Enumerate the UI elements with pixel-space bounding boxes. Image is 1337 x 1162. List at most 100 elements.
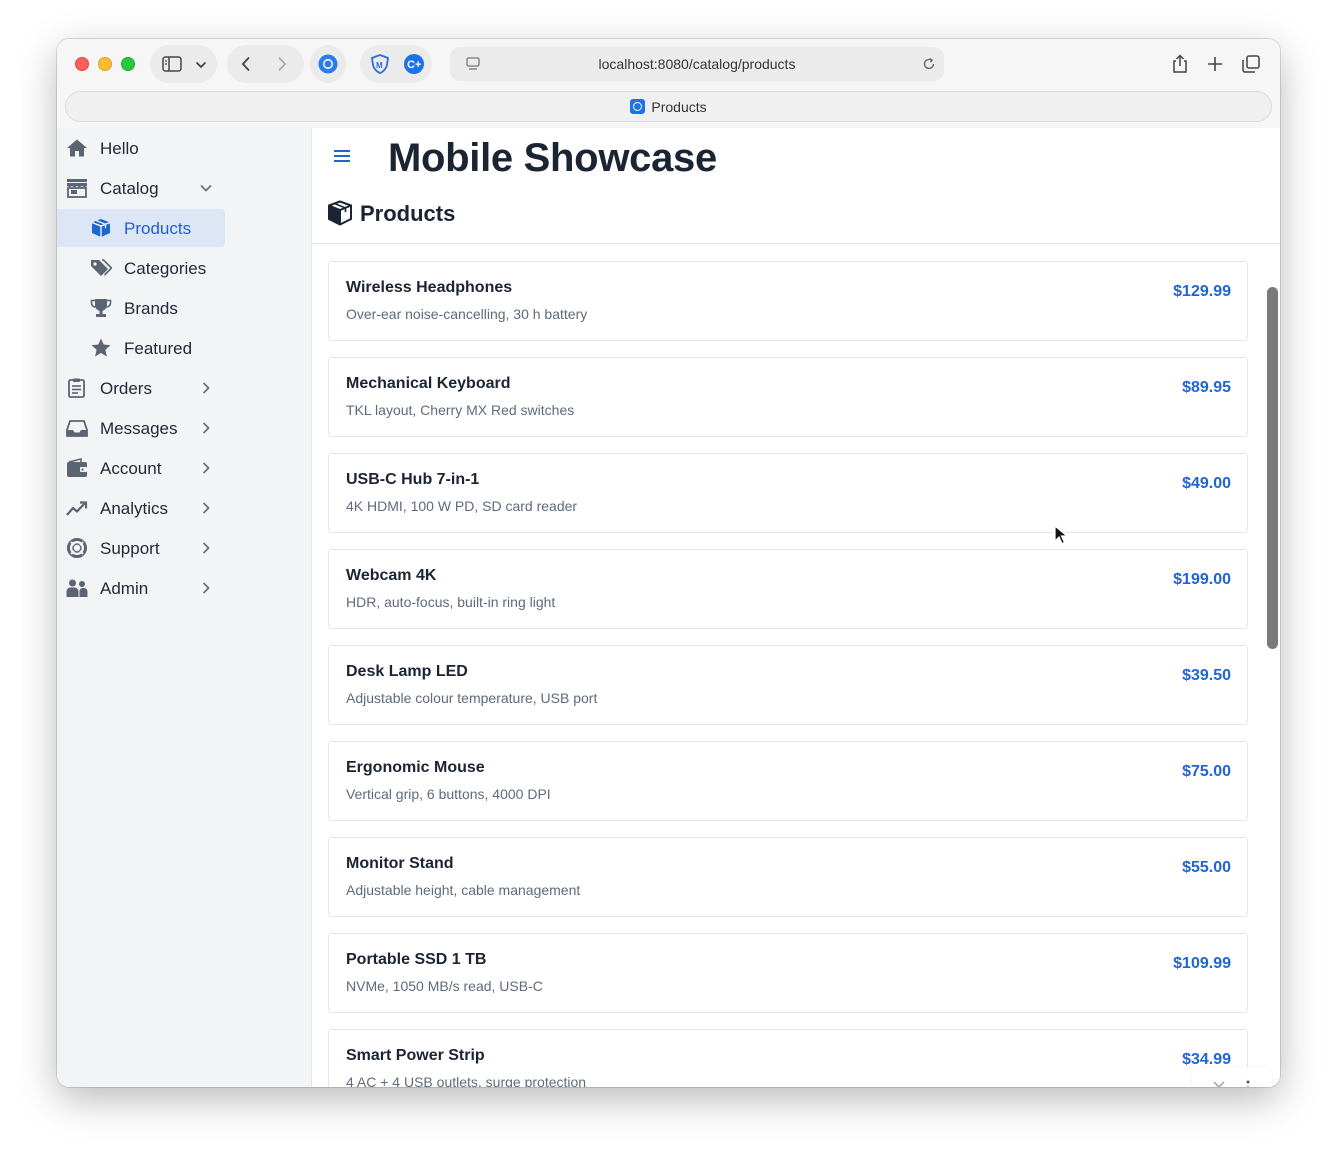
product-name: Desk Lamp LED: [346, 663, 468, 680]
product-card[interactable]: Ergonomic Mouse Vertical grip, 6 buttons,…: [328, 741, 1248, 821]
sidebar-item-label: Brands: [124, 299, 178, 318]
product-name: Mechanical Keyboard: [346, 375, 511, 392]
extensions-group: M C+: [360, 45, 432, 83]
tab-overview-icon[interactable]: [1242, 55, 1260, 73]
product-description: 4 AC + 4 USB outlets, surge protection: [346, 1074, 587, 1087]
sidebar-item-admin[interactable]: Admin: [57, 569, 312, 607]
share-icon[interactable]: [1171, 54, 1189, 74]
clipboard-icon: [68, 378, 85, 398]
product-card[interactable]: Smart Power Strip 4 AC + 4 USB outlets, s…: [328, 1029, 1248, 1087]
box-icon: [91, 219, 111, 237]
chevron-down-icon[interactable]: [198, 180, 214, 196]
product-price: $89.95: [1182, 379, 1231, 396]
chevron-right-icon[interactable]: [198, 420, 214, 436]
chart-line-icon: [66, 501, 88, 516]
chevron-right-icon[interactable]: [198, 380, 214, 396]
collapse-icon[interactable]: [1211, 1079, 1227, 1087]
sidebar-item-brands[interactable]: Brands: [57, 289, 312, 327]
sidebar: Hello Catalog Products Categories Brands…: [57, 128, 312, 1087]
product-description: Over-ear noise-cancelling, 30 h battery: [346, 306, 588, 322]
sidebar-item-support[interactable]: Support: [57, 529, 312, 567]
product-description: Adjustable height, cable management: [346, 882, 581, 898]
sidebar-item-featured[interactable]: Featured: [57, 329, 312, 367]
product-price: $109.99: [1173, 955, 1231, 972]
extension-sun[interactable]: [310, 45, 346, 83]
back-arrow-icon[interactable]: [241, 56, 251, 72]
product-description: NVMe, 1050 MB/s read, USB-C: [346, 978, 543, 994]
sidebar-item-account[interactable]: Account: [57, 449, 312, 487]
sidebar-item-label: Products: [124, 219, 192, 238]
address-bar[interactable]: localhost:8080/catalog/products: [450, 47, 944, 81]
product-price: $55.00: [1182, 859, 1231, 876]
sidebar-item-label: Messages: [100, 419, 178, 438]
star-icon: [91, 338, 111, 357]
reload-icon[interactable]: [922, 57, 936, 71]
tab-products[interactable]: Products: [65, 91, 1272, 122]
sidebar-item-label: Orders: [100, 379, 152, 398]
sidebar-item-hello[interactable]: Hello: [57, 129, 312, 167]
sidebar-item-categories[interactable]: Categories: [57, 249, 312, 287]
users-icon: [66, 579, 88, 597]
wallet-icon: [67, 458, 87, 477]
product-description: HDR, auto-focus, built-in ring light: [346, 594, 556, 610]
product-name: Smart Power Strip: [346, 1047, 485, 1064]
sidebar-item-label: Featured: [124, 339, 193, 358]
product-card[interactable]: Desk Lamp LED Adjustable colour temperatu…: [328, 645, 1248, 725]
product-card[interactable]: Wireless Headphones Over-ear noise-cancel…: [328, 261, 1248, 341]
sun-extension-icon[interactable]: [317, 53, 339, 75]
close-window-button[interactable]: [75, 57, 89, 71]
sidebar-item-label: Hello: [100, 139, 139, 158]
menu-icon[interactable]: [333, 149, 351, 163]
chevron-down-icon[interactable]: [195, 61, 207, 69]
inbox-icon: [66, 420, 88, 437]
tab-title: Products: [651, 98, 707, 115]
chevron-right-icon[interactable]: [198, 460, 214, 476]
product-card[interactable]: Webcam 4K HDR, auto-focus, built-in ring …: [328, 549, 1248, 629]
page-settings-icon[interactable]: [466, 57, 480, 71]
floating-toolbar: [1192, 1067, 1272, 1087]
shield-extension-icon[interactable]: M: [370, 54, 390, 74]
section-title: Products: [360, 201, 456, 226]
chevron-right-icon[interactable]: [198, 540, 214, 556]
maximize-window-button[interactable]: [121, 57, 135, 71]
sidebar-item-messages[interactable]: Messages: [57, 409, 312, 447]
new-tab-icon[interactable]: [1207, 56, 1223, 72]
sidebar-item-analytics[interactable]: Analytics: [57, 489, 312, 527]
product-card[interactable]: USB-C Hub 7-in-1 4K HDMI, 100 W PD, SD ca…: [328, 453, 1248, 533]
product-card[interactable]: Mechanical Keyboard TKL layout, Cherry MX…: [328, 357, 1248, 437]
product-description: TKL layout, Cherry MX Red switches: [346, 402, 575, 418]
sidebar-item-orders[interactable]: Orders: [57, 369, 312, 407]
product-name: USB-C Hub 7-in-1: [346, 471, 480, 488]
product-description: 4K HDMI, 100 W PD, SD card reader: [346, 498, 578, 514]
chevron-right-icon[interactable]: [198, 580, 214, 596]
product-name: Webcam 4K: [346, 567, 437, 584]
chevron-right-icon[interactable]: [198, 500, 214, 516]
sidebar-item-products[interactable]: Products: [57, 209, 312, 247]
main-content: Mobile Showcase Products Wireless Headph…: [312, 128, 1280, 1087]
product-price: $199.00: [1173, 571, 1231, 588]
sidebar-item-label: Categories: [124, 259, 207, 278]
browser-toolbar: M C+ localhost:8080/catalog/products Pro…: [57, 39, 1280, 128]
product-name: Ergonomic Mouse: [346, 759, 485, 776]
store-icon: [67, 179, 87, 198]
sidebar-toggle-icon[interactable]: [162, 56, 182, 72]
history-nav-group: [227, 45, 304, 83]
product-card[interactable]: Monitor Stand Adjustable height, cable ma…: [328, 837, 1248, 917]
product-card[interactable]: Portable SSD 1 TB NVMe, 1050 MB/s read, U…: [328, 933, 1248, 1013]
product-price: $129.99: [1173, 283, 1231, 300]
app-title: Mobile Showcase: [388, 136, 717, 180]
sidebar-toggle-group[interactable]: [150, 45, 217, 83]
product-name: Monitor Stand: [346, 855, 454, 872]
sidebar-item-catalog[interactable]: Catalog: [57, 169, 312, 207]
scrollbar-thumb[interactable]: [1267, 287, 1278, 649]
sidebar-item-label: Admin: [100, 579, 149, 598]
forward-arrow-icon[interactable]: [277, 56, 287, 72]
product-price: $39.50: [1182, 667, 1231, 684]
minimize-window-button[interactable]: [98, 57, 112, 71]
product-name: Wireless Headphones: [346, 279, 513, 296]
more-options-icon[interactable]: [1245, 1080, 1251, 1087]
c-plus-extension-icon[interactable]: C+: [403, 53, 425, 75]
url-text[interactable]: localhost:8080/catalog/products: [599, 56, 796, 72]
product-description: Adjustable colour temperature, USB port: [346, 690, 598, 706]
home-icon: [67, 139, 87, 157]
